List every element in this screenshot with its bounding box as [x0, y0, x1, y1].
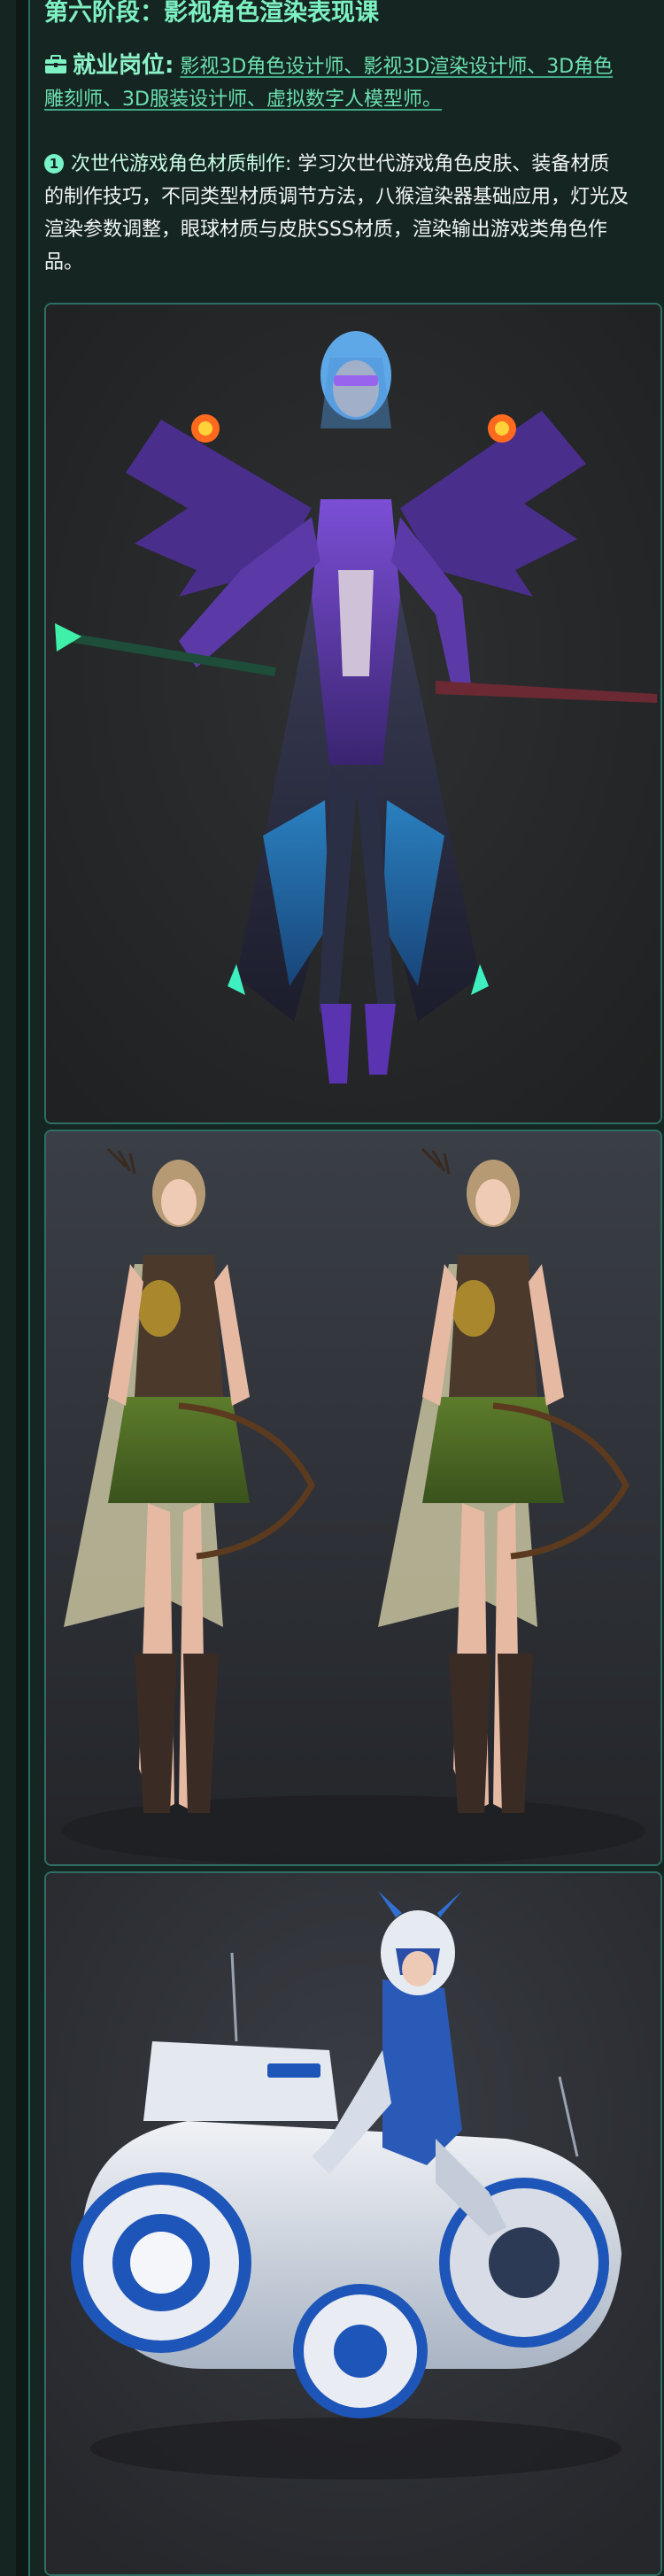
jobs-block: 就业岗位: 影视3D角色设计师、影视3D渲染设计师、3D角色雕刻师、3D服装设计…	[44, 50, 629, 116]
police-motorbike-rider-render	[46, 1873, 660, 2574]
module-intro: 1 次世代游戏角色材质制作: 学习次世代游戏角色皮肤、装备材质的制作技巧，不同类型…	[44, 148, 629, 279]
left-rail-decoration	[16, 0, 30, 2576]
jobs-label: 就业岗位:	[73, 52, 174, 79]
showcase-image-1	[44, 303, 662, 1124]
cyber-armor-heroine-render	[46, 305, 660, 1122]
course-page: 第六阶段：影视角色渲染表现课 就业岗位: 影视3D角色设计师、影视3D渲染设计师…	[0, 0, 664, 2576]
module-topic: 次世代游戏角色材质制作:	[71, 153, 292, 175]
showcase-image-3	[44, 1871, 662, 2576]
archer-girl-front-renders	[46, 1131, 660, 1864]
briefcase-icon	[44, 52, 67, 73]
stage-title: 第六阶段：影视角色渲染表现课	[44, 0, 379, 27]
showcase-image-2	[44, 1130, 662, 1866]
module-number-badge: 1	[44, 154, 64, 174]
